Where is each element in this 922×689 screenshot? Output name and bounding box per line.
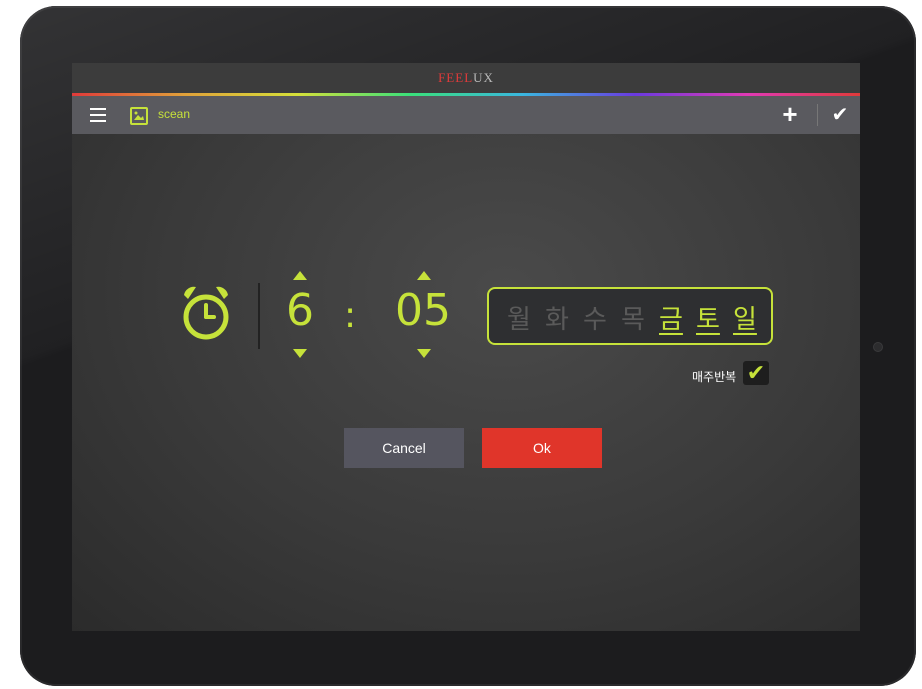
alarm-clock-icon: [183, 286, 229, 340]
camera-icon: [873, 342, 883, 352]
weekly-repeat-label: 매주반복: [692, 370, 737, 384]
plus-icon[interactable]: +: [780, 101, 800, 127]
time-divider: [258, 283, 260, 349]
image-icon: [130, 107, 148, 125]
weekly-repeat-checkbox[interactable]: ✔: [743, 361, 769, 385]
toolbar: scean + ✔: [72, 96, 860, 134]
day-tue[interactable]: 화: [545, 299, 569, 336]
day-wed[interactable]: 수: [583, 299, 607, 336]
toolbar-divider: [817, 104, 818, 126]
minute-up-arrow-icon[interactable]: [417, 271, 431, 280]
day-sun[interactable]: 일: [733, 299, 757, 336]
brand-logo-part2: UX: [473, 70, 494, 85]
app-title-bar: FEELUX: [72, 63, 860, 93]
brand-logo-part1: FEEL: [438, 70, 474, 85]
hour-down-arrow-icon[interactable]: [293, 349, 307, 358]
app-screen: FEELUX scean + ✔ 6 : 05 월 화 수 목 금 토 일 매주…: [72, 63, 860, 631]
day-fri[interactable]: 금: [659, 299, 683, 336]
ok-button[interactable]: Ok: [482, 428, 602, 468]
day-sat[interactable]: 토: [696, 299, 720, 336]
check-icon[interactable]: ✔: [830, 105, 850, 125]
scene-label[interactable]: scean: [158, 107, 190, 121]
cancel-button[interactable]: Cancel: [344, 428, 464, 468]
menu-icon[interactable]: [90, 108, 106, 122]
day-thu[interactable]: 목: [621, 299, 645, 336]
hour-up-arrow-icon[interactable]: [293, 271, 307, 280]
time-separator: :: [344, 295, 357, 336]
hour-value[interactable]: 6: [286, 285, 314, 336]
minute-value[interactable]: 05: [395, 285, 451, 336]
minute-down-arrow-icon[interactable]: [417, 349, 431, 358]
weekday-selector: 월 화 수 목 금 토 일: [487, 287, 773, 345]
day-mon[interactable]: 월: [507, 299, 531, 336]
